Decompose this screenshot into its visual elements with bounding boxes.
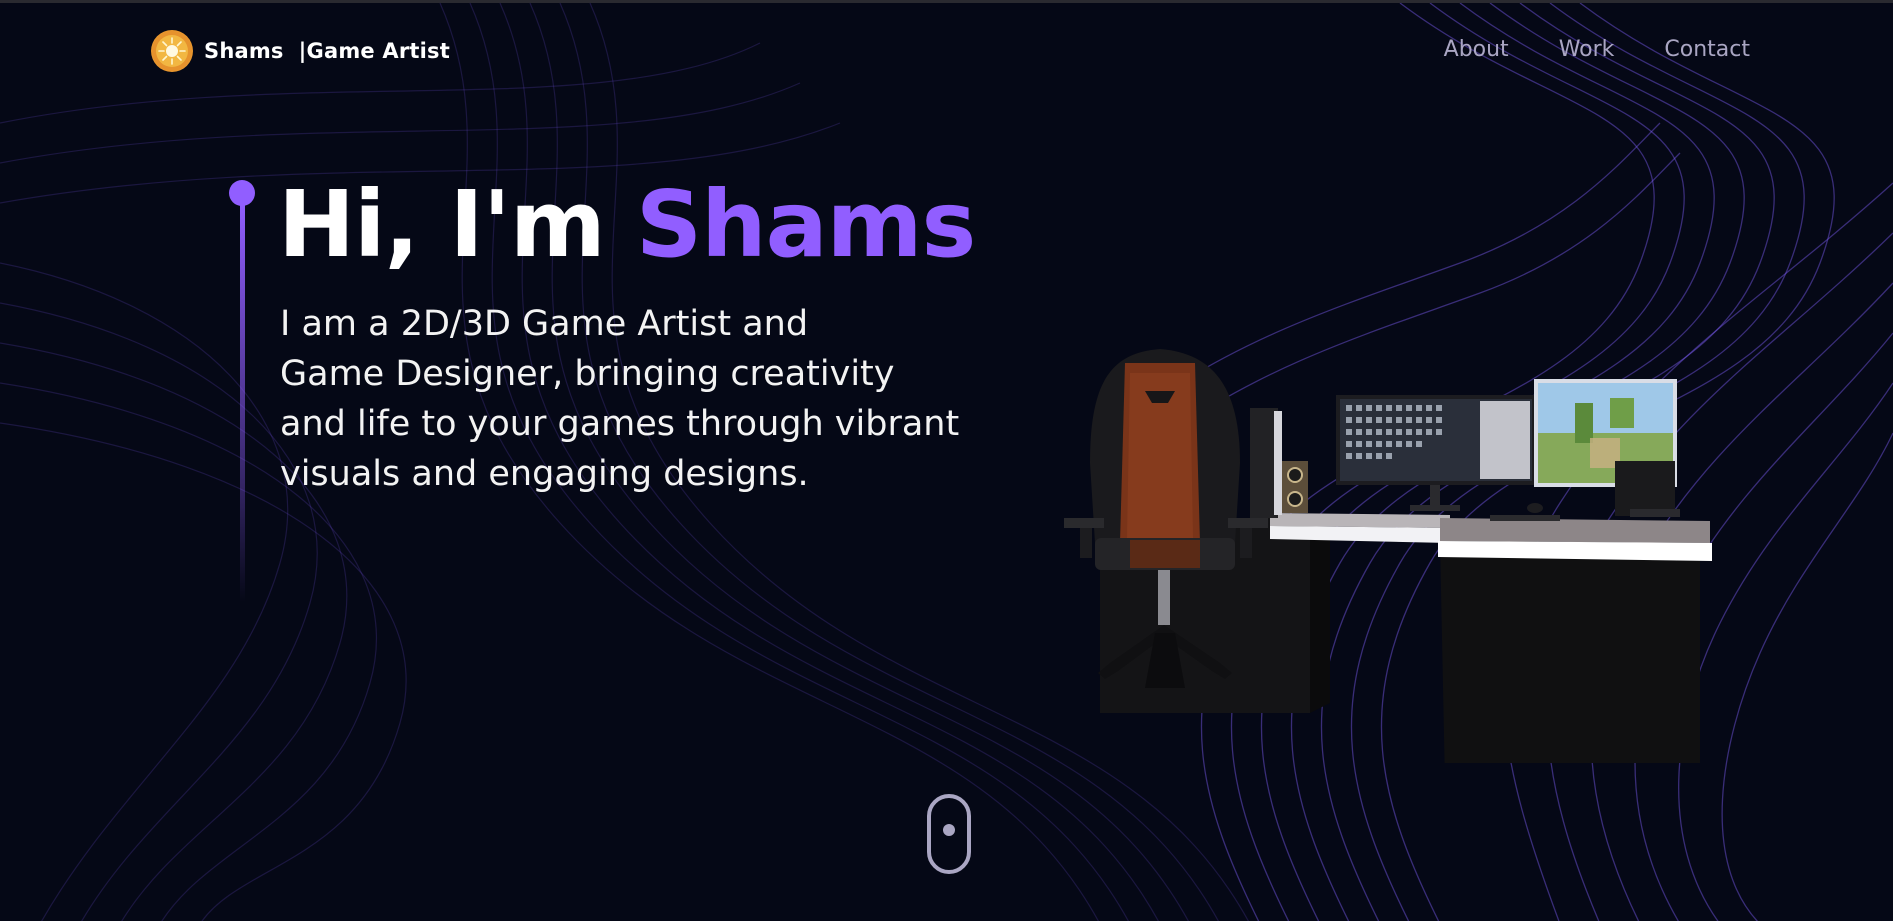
nav-links: About Work Contact bbox=[1444, 37, 1750, 62]
navbar: Shams |Game Artist About Work Contact bbox=[0, 3, 1893, 103]
hero-subtitle-line: Game Designer, bringing creativity bbox=[280, 354, 895, 394]
hero-subtitle: I am a 2D/3D Game Artist and Game Design… bbox=[280, 299, 1040, 499]
nav-link-work[interactable]: Work bbox=[1559, 37, 1615, 62]
scroll-dot bbox=[943, 824, 955, 836]
hero-subtitle-line: I am a 2D/3D Game Artist and bbox=[280, 304, 809, 344]
nav-link-about[interactable]: About bbox=[1444, 37, 1509, 62]
hero-accent-line bbox=[229, 180, 257, 602]
brand-home-link[interactable]: Shams |Game Artist bbox=[151, 30, 450, 72]
hero-accent-stem bbox=[240, 202, 245, 602]
sun-icon bbox=[151, 30, 193, 72]
hero-subtitle-line: and life to your games through vibrant bbox=[280, 404, 960, 444]
gaming-desk-3d-model[interactable] bbox=[1050, 343, 1720, 763]
nav-link-contact[interactable]: Contact bbox=[1664, 37, 1750, 62]
hero-name: Shams bbox=[635, 171, 976, 278]
portfolio-page: Shams |Game Artist About Work Contact Hi… bbox=[0, 0, 1893, 921]
hero-title: Hi, I'm Shams bbox=[278, 170, 976, 280]
mouse-scroll-icon[interactable] bbox=[927, 794, 971, 874]
hero-subtitle-line: visuals and engaging designs. bbox=[280, 454, 809, 494]
brand-name: Shams |Game Artist bbox=[204, 39, 450, 63]
hero-greeting: Hi, I'm bbox=[278, 171, 636, 278]
